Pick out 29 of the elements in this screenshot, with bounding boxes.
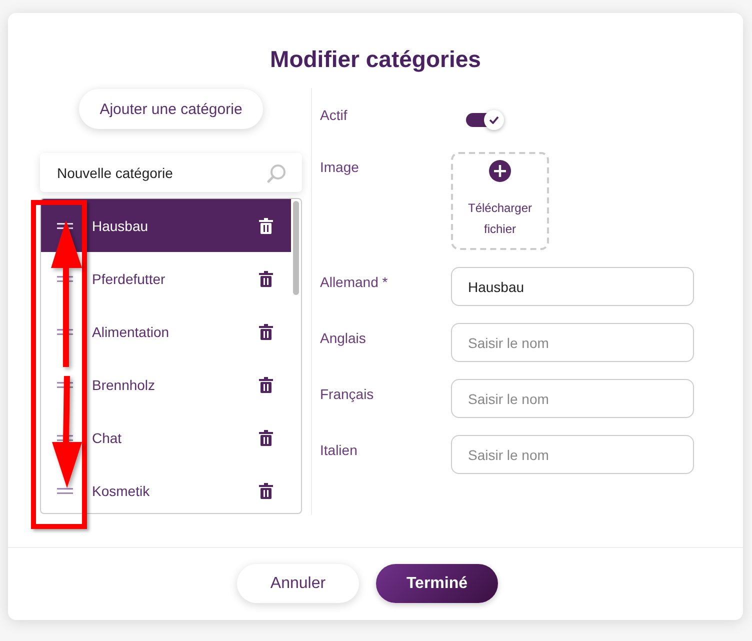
name-field[interactable]: Saisir le nom — [451, 435, 694, 474]
plus-icon — [489, 160, 511, 182]
active-toggle[interactable] — [466, 110, 504, 130]
trash-icon[interactable] — [259, 482, 273, 498]
trash-icon[interactable] — [259, 324, 273, 340]
add-category-button[interactable]: Ajouter une catégorie — [79, 89, 263, 129]
trash-icon[interactable] — [259, 376, 273, 392]
field-label: Allemand * — [320, 273, 388, 291]
search-field[interactable]: Nouvelle catégorie — [40, 153, 302, 192]
name-field[interactable]: Saisir le nom — [451, 323, 694, 362]
name-field[interactable]: Saisir le nom — [451, 379, 694, 418]
upload-button[interactable]: Télécharger fichier — [451, 152, 549, 250]
done-button[interactable]: Terminé — [376, 564, 498, 603]
field-label: Italien — [320, 441, 358, 459]
category-item[interactable]: Kosmetik — [41, 464, 291, 513]
trash-icon[interactable] — [259, 218, 273, 234]
drag-handle-icon[interactable] — [57, 488, 73, 494]
field-label: Anglais — [320, 329, 366, 347]
field-label: Actif — [320, 106, 348, 124]
scrollbar-thumb[interactable] — [293, 201, 299, 295]
trash-icon[interactable] — [259, 270, 273, 286]
field-label: Image — [320, 158, 359, 176]
field-label: Français — [320, 385, 374, 403]
dialog-title: Modifier catégories — [270, 45, 481, 73]
category-item[interactable]: Hausbau — [41, 199, 291, 252]
name-field[interactable]: Hausbau — [451, 267, 694, 306]
trash-icon[interactable] — [259, 430, 273, 446]
check-icon — [489, 116, 499, 124]
cancel-button[interactable]: Annuler — [237, 564, 359, 603]
